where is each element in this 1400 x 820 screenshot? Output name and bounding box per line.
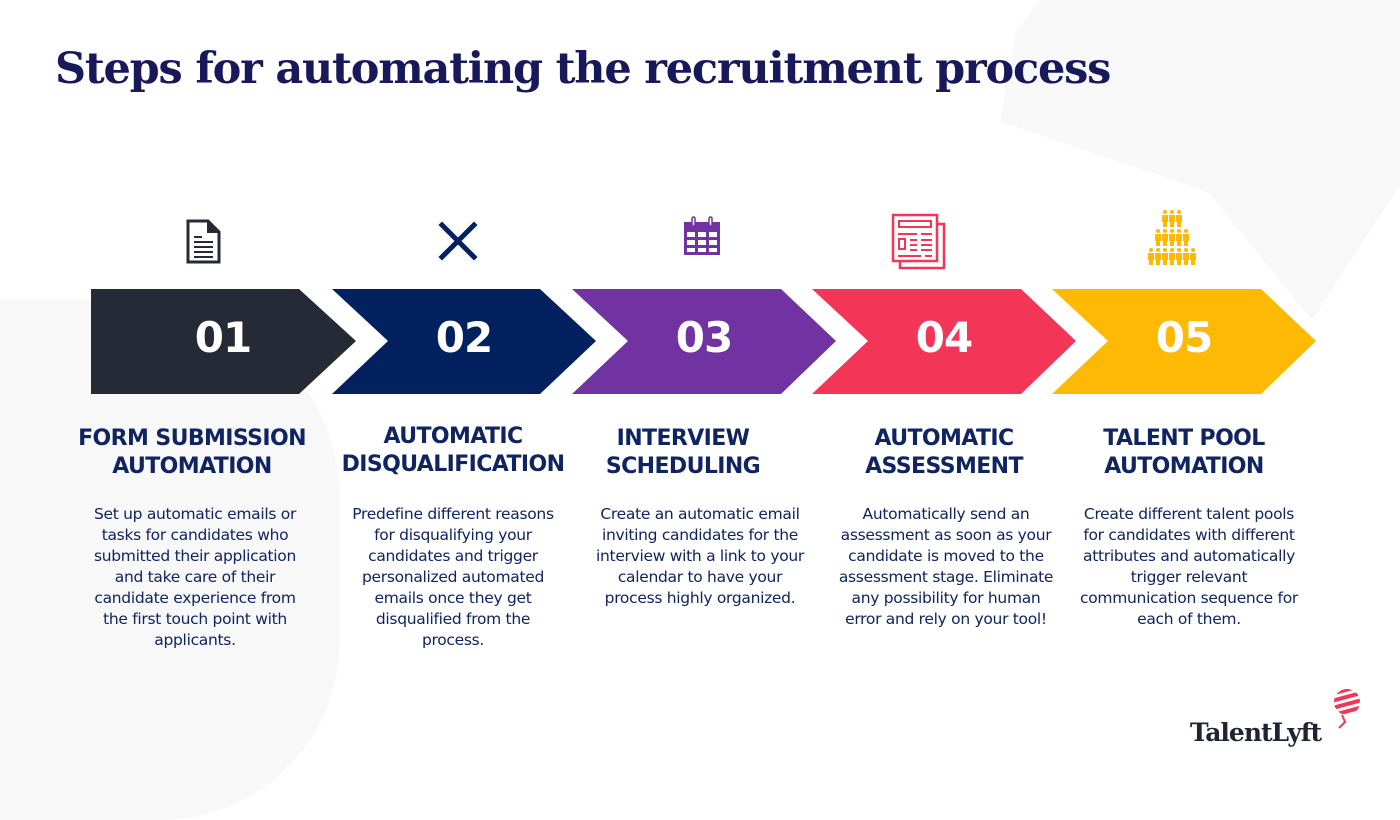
step-number: 05 <box>1155 313 1213 362</box>
step-heading: AUTOMATIC DISQUALIFICATION <box>333 423 573 479</box>
step-description: Set up automatic emails or tasks for can… <box>93 505 297 649</box>
step-heading-line: AUTOMATION <box>112 454 272 479</box>
step-description: Create different talent pools for candid… <box>1080 505 1298 628</box>
process-arrows <box>91 289 1316 394</box>
step-heading: TALENT POOL AUTOMATION <box>1064 425 1304 481</box>
step-description: Create an automatic email inviting candi… <box>596 505 804 607</box>
step-description: Automatically send an assessment as soon… <box>838 505 1054 628</box>
step-number: 02 <box>435 313 493 362</box>
step-heading-line: AUTOMATION <box>1104 454 1264 479</box>
step-heading-line: INTERVIEW <box>616 426 750 451</box>
step-number: 01 <box>194 313 252 362</box>
step-number: 03 <box>675 313 733 362</box>
brand-logo-text: TalentLyft <box>1190 718 1322 747</box>
step-number: 04 <box>915 313 973 362</box>
step-heading-line: AUTOMATIC <box>874 426 1014 451</box>
step-heading-line: ASSESSMENT <box>865 454 1023 479</box>
step-description: Predefine different reasons for disquali… <box>352 505 554 649</box>
step-heading: INTERVIEW SCHEDULING <box>563 425 803 481</box>
step-heading: AUTOMATIC ASSESSMENT <box>824 425 1064 481</box>
step-heading-line: SCHEDULING <box>605 454 761 479</box>
step-heading-line: AUTOMATIC <box>383 424 523 449</box>
step-heading-line: FORM SUBMISSION <box>78 426 306 451</box>
step-heading-line: DISQUALIFICATION <box>341 452 565 477</box>
step-heading-line: TALENT POOL <box>1103 426 1265 451</box>
balloon-logo-icon <box>1334 689 1360 729</box>
step-heading: FORM SUBMISSION AUTOMATION <box>72 425 312 481</box>
